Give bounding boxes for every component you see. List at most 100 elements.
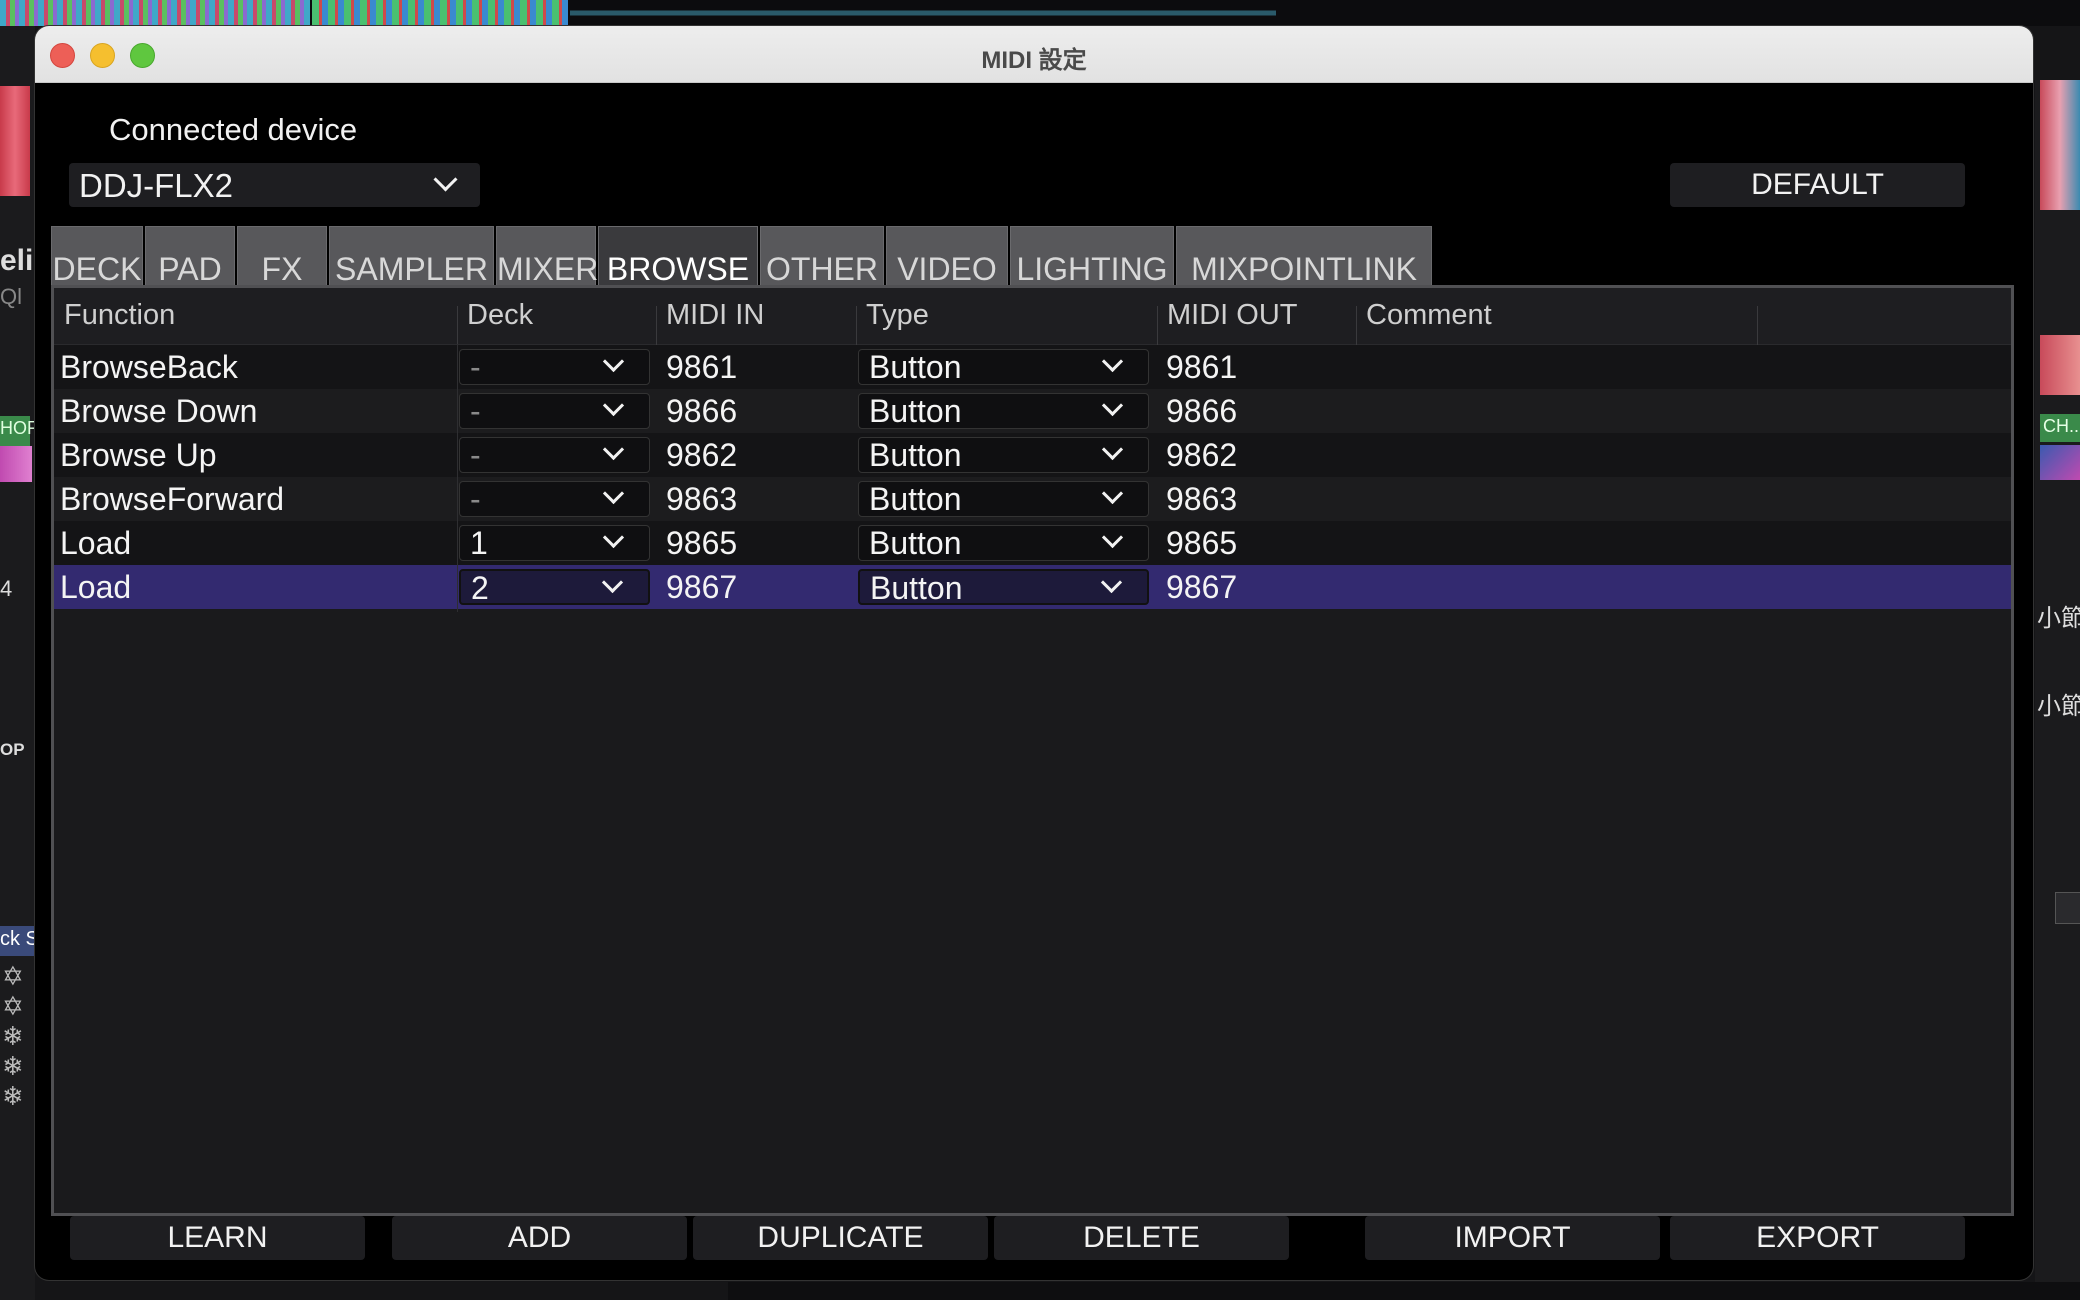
deck-value: 2 bbox=[471, 570, 489, 606]
grid-icon bbox=[2055, 892, 2080, 924]
chevron-down-icon bbox=[602, 438, 625, 461]
midi-in-cell: 9863 bbox=[666, 481, 738, 517]
midi-out-cell: 9867 bbox=[1166, 569, 1238, 605]
bg-text: 小節 bbox=[2037, 693, 2080, 720]
type-value: Button bbox=[869, 393, 962, 429]
midi-in-cell: 9862 bbox=[666, 437, 738, 473]
midi-out-cell: 9865 bbox=[1166, 525, 1238, 561]
function-cell: BrowseForward bbox=[60, 481, 285, 517]
column-header-midi-out[interactable]: MIDI OUT bbox=[1167, 299, 1298, 332]
type-select[interactable]: Button bbox=[858, 569, 1149, 606]
deck-value: - bbox=[470, 481, 481, 517]
chevron-down-icon bbox=[1101, 394, 1124, 417]
mapping-table: Function Deck MIDI IN Type MIDI OUT Comm… bbox=[51, 285, 2014, 1216]
deck-value: - bbox=[470, 437, 481, 473]
bg-thumb bbox=[2040, 445, 2080, 480]
midi-settings-window: MIDI 設定 Connected device DDJ-FLX2 DEFAUL… bbox=[35, 26, 2033, 1280]
connected-device-label: Connected device bbox=[109, 112, 358, 147]
column-header-deck[interactable]: Deck bbox=[467, 299, 533, 332]
column-divider bbox=[656, 306, 657, 346]
deck-select[interactable]: - bbox=[459, 437, 650, 473]
function-cell: Load bbox=[60, 525, 132, 561]
table-row[interactable]: Load 1 9865 Button 9865 bbox=[54, 521, 2011, 565]
bg-thumb bbox=[0, 446, 32, 482]
chevron-down-icon bbox=[1101, 350, 1124, 373]
table-header: Function Deck MIDI IN Type MIDI OUT Comm… bbox=[54, 288, 2011, 346]
background-right-panel: CH... 小節前 小節 bbox=[2035, 80, 2080, 1300]
column-divider bbox=[1757, 306, 1758, 346]
delete-button[interactable]: DELETE bbox=[994, 1216, 1289, 1260]
star-icon: ✡ ✡ ❄ ❄ ❄ bbox=[2, 961, 24, 1111]
export-button[interactable]: EXPORT bbox=[1670, 1216, 1965, 1260]
column-header-function[interactable]: Function bbox=[64, 299, 175, 332]
midi-out-cell: 9861 bbox=[1166, 349, 1238, 385]
midi-out-cell: 9863 bbox=[1166, 481, 1238, 517]
import-button[interactable]: IMPORT bbox=[1365, 1216, 1660, 1260]
midi-in-cell: 9861 bbox=[666, 349, 738, 385]
waveform-segment bbox=[570, 0, 1276, 26]
device-select[interactable]: DDJ-FLX2 bbox=[69, 163, 480, 207]
bg-text: 4 bbox=[0, 576, 13, 601]
duplicate-button[interactable]: DUPLICATE bbox=[693, 1216, 988, 1260]
midi-in-cell: 9865 bbox=[666, 525, 738, 561]
chevron-down-icon bbox=[601, 571, 624, 594]
chevron-down-icon bbox=[602, 482, 625, 505]
type-select[interactable]: Button bbox=[858, 349, 1149, 385]
bg-text: HOR bbox=[0, 418, 35, 438]
column-header-type[interactable]: Type bbox=[866, 299, 929, 332]
default-button[interactable]: DEFAULT bbox=[1670, 163, 1965, 207]
type-select[interactable]: Button bbox=[858, 437, 1149, 473]
bg-text: OP bbox=[0, 740, 25, 759]
waveform-thumb bbox=[2040, 335, 2080, 395]
add-button[interactable]: ADD bbox=[392, 1216, 687, 1260]
chevron-down-icon bbox=[602, 526, 625, 549]
function-cell: Browse Up bbox=[60, 437, 217, 473]
device-select-value: DDJ-FLX2 bbox=[79, 167, 234, 204]
table-row[interactable]: Browse Up - 9862 Button 9862 bbox=[54, 433, 2011, 477]
learn-button[interactable]: LEARN bbox=[70, 1216, 365, 1260]
chevron-down-icon bbox=[433, 167, 458, 192]
table-row[interactable]: Browse Down - 9866 Button 9866 bbox=[54, 389, 2011, 433]
bg-text: 小節前 bbox=[2037, 605, 2080, 632]
deck-select[interactable]: - bbox=[459, 349, 650, 385]
table-row[interactable]: BrowseForward - 9863 Button 9863 bbox=[54, 477, 2011, 521]
type-select[interactable]: Button bbox=[858, 525, 1149, 561]
column-divider bbox=[457, 344, 458, 612]
deck-value: 1 bbox=[470, 525, 488, 561]
bg-text: CH... bbox=[2043, 416, 2080, 436]
column-header-comment[interactable]: Comment bbox=[1366, 299, 1492, 332]
midi-out-cell: 9862 bbox=[1166, 437, 1238, 473]
deck-select[interactable]: - bbox=[459, 481, 650, 517]
bg-text: ck S bbox=[0, 928, 35, 950]
midi-in-cell: 9866 bbox=[666, 393, 738, 429]
function-cell: Browse Down bbox=[60, 393, 258, 429]
midi-out-cell: 9866 bbox=[1166, 393, 1238, 429]
chevron-down-icon bbox=[602, 350, 625, 373]
background-waveform-bar bbox=[0, 0, 2080, 26]
type-select[interactable]: Button bbox=[858, 393, 1149, 429]
waveform-thumb bbox=[2040, 80, 2080, 210]
window-title: MIDI 設定 bbox=[981, 47, 1087, 74]
midi-in-cell: 9867 bbox=[666, 569, 738, 605]
type-select[interactable]: Button bbox=[858, 481, 1149, 517]
deck-value: - bbox=[470, 349, 481, 385]
column-divider bbox=[1157, 306, 1158, 346]
chevron-down-icon bbox=[1101, 438, 1124, 461]
deck-value: - bbox=[470, 393, 481, 429]
table-row[interactable]: BrowseBack - 9861 Button 9861 bbox=[54, 345, 2011, 389]
type-value: Button bbox=[869, 437, 962, 473]
function-cell: BrowseBack bbox=[60, 349, 238, 385]
type-value: Button bbox=[870, 570, 963, 606]
table-row-selected[interactable]: Load 2 9867 Button 9867 bbox=[54, 565, 2011, 609]
bg-text: eli bbox=[0, 244, 34, 277]
function-cell: Load bbox=[60, 569, 132, 605]
deck-select[interactable]: 1 bbox=[459, 525, 650, 561]
column-header-midi-in[interactable]: MIDI IN bbox=[666, 299, 764, 332]
column-divider bbox=[457, 306, 458, 346]
chevron-down-icon bbox=[1101, 482, 1124, 505]
waveform-thumb bbox=[0, 86, 30, 196]
deck-select[interactable]: 2 bbox=[459, 569, 650, 606]
deck-select[interactable]: - bbox=[459, 393, 650, 429]
chevron-down-icon bbox=[1101, 526, 1124, 549]
waveform-segment bbox=[312, 0, 568, 26]
